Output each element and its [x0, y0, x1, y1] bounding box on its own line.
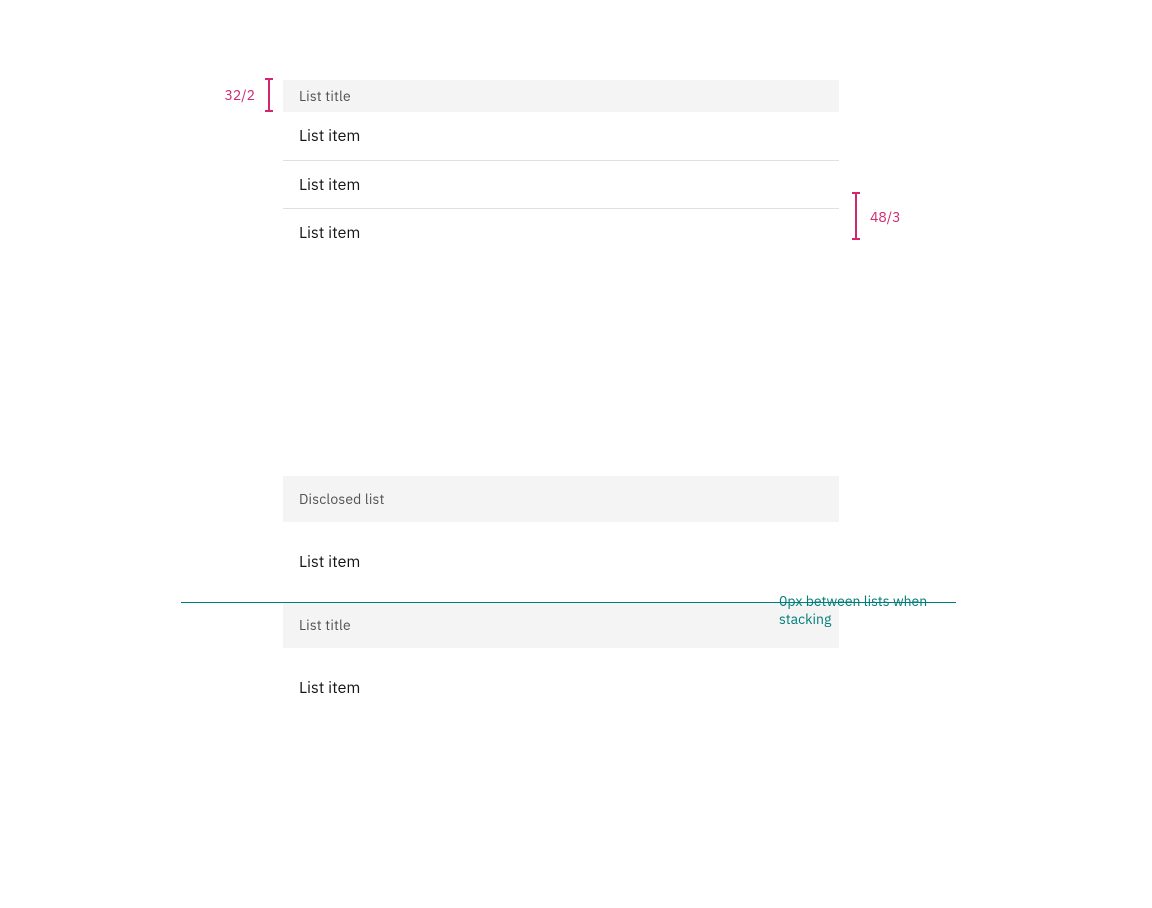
list-header-label: Disclosed list — [299, 490, 385, 508]
list-header: List title — [283, 80, 839, 112]
list-header: Disclosed list — [283, 476, 839, 522]
spec-row-height: 48/3 — [852, 192, 932, 240]
spec-bracket-vertical — [265, 78, 273, 112]
spec-header-height: 32/2 — [215, 78, 273, 112]
spec-header-height-label: 32/2 — [224, 86, 255, 104]
list-item-label: List item — [299, 552, 360, 572]
list-item-label: List item — [299, 223, 360, 243]
list-header: List title — [283, 602, 839, 648]
list-item[interactable]: List item — [283, 522, 839, 602]
list-header-label: List title — [299, 616, 351, 634]
list-item-label: List item — [299, 175, 360, 195]
list-item[interactable]: List item — [283, 648, 839, 728]
list-item[interactable]: List item — [283, 112, 839, 160]
spec-bracket-vertical — [852, 192, 860, 240]
stacking-guideline-note: 0px between lists when stacking — [779, 592, 979, 628]
list-item-label: List item — [299, 678, 360, 698]
spec-canvas: 32/2 List title List item List item List… — [0, 0, 1152, 908]
list-header-label: List title — [299, 87, 351, 105]
structured-list-example: List title List item List item List item — [283, 80, 839, 256]
list-item-label: List item — [299, 126, 360, 146]
list-item[interactable]: List item — [283, 208, 839, 256]
list-item[interactable]: List item — [283, 160, 839, 208]
spec-row-height-label: 48/3 — [870, 208, 901, 226]
